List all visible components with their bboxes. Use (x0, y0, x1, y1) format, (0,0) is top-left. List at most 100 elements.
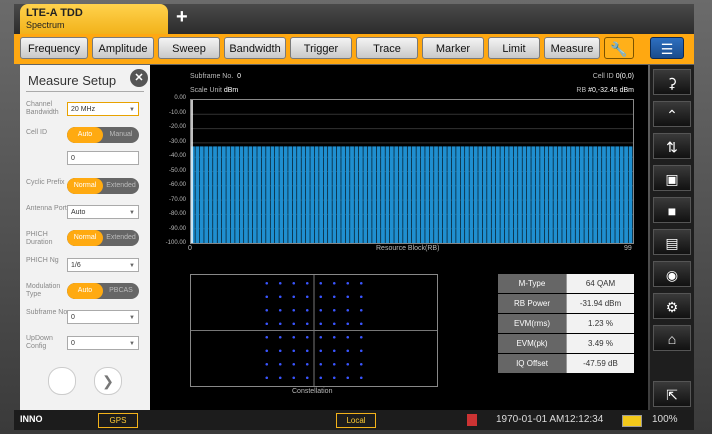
constellation-point (346, 308, 350, 312)
menu-amplitude[interactable]: Amplitude (92, 37, 154, 59)
constellation-point (292, 281, 296, 285)
gear-icon[interactable]: ⚙ (653, 293, 691, 319)
constellation-point (319, 295, 323, 299)
rb-bar (557, 146, 562, 243)
mode-tab[interactable]: LTE-A TDD Spectrum (20, 4, 168, 34)
status-bar: INNO GPS Local 1970-01-01 AM12:12:34 100… (14, 410, 694, 430)
antenna-port-select[interactable]: Auto ▼ (67, 205, 139, 219)
peak-icon[interactable]: ⌃ (653, 101, 691, 127)
y-tick-label: -60.00 (168, 182, 186, 188)
menu-list-icon[interactable]: ☰ (650, 37, 684, 59)
rb-bar (323, 146, 328, 243)
modulation-auto: Auto (67, 283, 103, 299)
cyclic-prefix-label: Cyclic Prefix (26, 179, 65, 186)
close-icon[interactable]: ✕ (130, 69, 148, 87)
constellation-point (359, 281, 363, 285)
marker-icon[interactable]: ⚳ (653, 69, 691, 95)
table-value: 1.23 % (566, 314, 634, 333)
chevron-down-icon: ▼ (129, 210, 135, 216)
constellation-svg (191, 275, 437, 386)
cell-id-auto: Auto (67, 127, 103, 143)
rb-bar (429, 146, 434, 243)
folder-icon[interactable]: ■ (653, 197, 691, 223)
constellation-label: Constellation (292, 388, 333, 395)
battery-icon (622, 415, 642, 427)
menu-sweep[interactable]: Sweep (158, 37, 220, 59)
rb-bar (221, 146, 226, 243)
constellation-point (332, 308, 336, 312)
save-icon[interactable]: ▤ (653, 229, 691, 255)
mode-tab-subtitle: Spectrum (26, 20, 65, 30)
chevron-right-icon: ❯ (102, 373, 114, 389)
constellation-point (346, 376, 350, 380)
mode-tab-title: LTE-A TDD (26, 7, 83, 19)
channel-bandwidth-select[interactable]: 20 MHz ▼ (67, 102, 139, 116)
rb-bar (367, 146, 372, 243)
rb-bar (487, 146, 491, 243)
camera-icon[interactable]: ◉ (653, 261, 691, 287)
menu-trigger[interactable]: Trigger (290, 37, 352, 59)
datetime: 1970-01-01 AM12:12:34 (496, 414, 604, 425)
rb-readout-label: RB (576, 87, 587, 94)
updown-config-select[interactable]: 0 ▼ (67, 336, 139, 350)
constellation-point (319, 322, 323, 326)
rb-readout-value: #0,-32.45 dBm (588, 87, 634, 94)
phich-duration-toggle[interactable]: Normal Extended (67, 230, 139, 246)
rb-bar (425, 146, 430, 243)
cell-id-value: 0 (71, 155, 75, 162)
subframe-no-select[interactable]: 0 ▼ (67, 310, 139, 324)
phich-duration-normal: Normal (67, 230, 103, 246)
rb-bar (328, 146, 332, 243)
back-button[interactable] (48, 367, 76, 395)
menu-marker[interactable]: Marker (422, 37, 484, 59)
constellation-point (292, 349, 296, 353)
divider (26, 91, 144, 92)
next-button[interactable]: ❯ (94, 367, 122, 395)
measurement-table: M-Type 64 QAM RB Power -31.94 dBm EVM(rms)… (498, 274, 634, 374)
lock-icon[interactable]: ▣ (653, 165, 691, 191)
home-icon[interactable]: ⌂ (653, 325, 691, 351)
gps-indicator: GPS (98, 413, 138, 428)
menu-bandwidth[interactable]: Bandwidth (224, 37, 286, 59)
pulse-icon[interactable]: ⇅ (653, 133, 691, 159)
rb-bar (244, 146, 248, 243)
add-tab-button[interactable]: + (176, 6, 188, 29)
constellation-point (346, 281, 350, 285)
phich-ng-select[interactable]: 1/6 ▼ (67, 258, 139, 272)
constellation-point (265, 362, 269, 366)
wrench-icon[interactable]: 🔧 (604, 37, 634, 59)
constellation-point (265, 295, 269, 299)
constellation-plot (190, 274, 438, 387)
updown-config-label: UpDown Config (26, 335, 53, 350)
menu-trace[interactable]: Trace (356, 37, 418, 59)
rb-bar (482, 146, 487, 243)
rb-bar (230, 146, 235, 243)
rb-bar (544, 146, 549, 243)
constellation-point (346, 322, 350, 326)
menu-measure[interactable]: Measure (544, 37, 600, 59)
brand-logo: INNO (20, 414, 43, 424)
constellation-point (359, 349, 363, 353)
cell-id-input[interactable]: 0 (67, 151, 139, 165)
rb-bar (522, 146, 527, 243)
constellation-point (332, 281, 336, 285)
constellation-point (265, 322, 269, 326)
cyclic-prefix-normal: Normal (67, 178, 103, 194)
fullscreen-icon[interactable]: ⇱ (653, 381, 691, 407)
rb-bar (199, 146, 204, 243)
rb-bar (398, 146, 403, 243)
menu-limit[interactable]: Limit (488, 37, 540, 59)
menu-frequency[interactable]: Frequency (20, 37, 88, 59)
rb-bar (310, 146, 315, 243)
constellation-point (332, 295, 336, 299)
table-value: 3.49 % (566, 334, 634, 353)
cell-id-toggle[interactable]: Auto Manual (67, 127, 139, 143)
modulation-type-toggle[interactable]: Auto PBCAS (67, 283, 139, 299)
cyclic-prefix-toggle[interactable]: Normal Extended (67, 178, 139, 194)
rb-bar (500, 146, 505, 243)
rb-bar (341, 146, 346, 243)
rb-bar (469, 146, 474, 243)
rb-bar (363, 146, 368, 243)
subframe-no-label: Subframe No (26, 309, 68, 316)
channel-bandwidth-value: 20 MHz (71, 106, 96, 113)
